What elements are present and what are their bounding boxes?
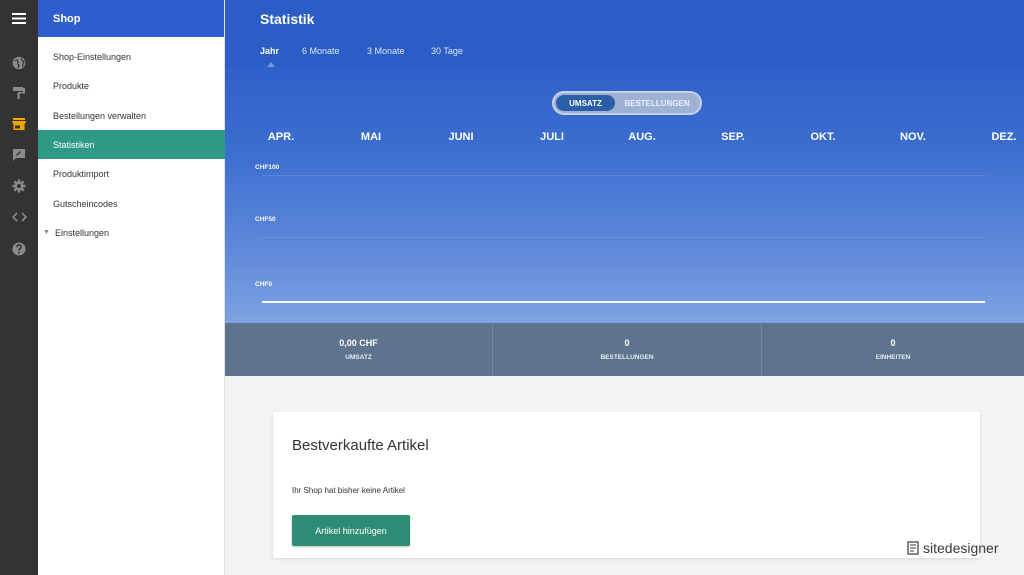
stat-value: 0 — [890, 338, 896, 348]
store-icon[interactable] — [0, 112, 38, 136]
x-tick-label: NOV. — [900, 131, 926, 143]
series-line — [262, 301, 985, 303]
stat-umsatz: 0,00 CHF UMSATZ — [225, 323, 492, 376]
x-tick-label: JULI — [540, 131, 564, 143]
brand-watermark: sitedesigner — [907, 540, 999, 556]
tab-3-monate[interactable]: 3 Monate — [367, 46, 405, 56]
empty-message: Ihr Shop hat bisher keine Artikel — [292, 486, 405, 495]
code-icon[interactable] — [0, 205, 38, 229]
toggle-bestellungen[interactable]: BESTELLUNGEN — [618, 95, 696, 111]
sidebar-item-produktimport[interactable]: Produktimport — [38, 159, 225, 188]
x-tick-label: APR. — [267, 131, 295, 143]
shop-sidebar: Shop Shop-Einstellungen Produkte Bestell… — [38, 0, 225, 575]
tab-30-tage[interactable]: 30 Tage — [431, 46, 463, 56]
sidebar-item-bestellungen-verwalten[interactable]: Bestellungen verwalten — [38, 101, 225, 130]
icon-rail — [0, 0, 38, 575]
card-title: Bestverkaufte Artikel — [292, 437, 429, 454]
gear-icon[interactable] — [0, 174, 38, 198]
gridline — [262, 175, 985, 176]
bestseller-card: Bestverkaufte Artikel Ihr Shop hat bishe… — [273, 412, 980, 558]
x-tick-label: OKT. — [810, 131, 836, 143]
stat-einheiten: 0 EINHEITEN — [762, 323, 1024, 376]
x-tick-label: SEP. — [721, 131, 745, 143]
x-tick-label: MAI — [360, 131, 382, 143]
sidebar-item-gutscheincodes[interactable]: Gutscheincodes — [38, 189, 225, 218]
sidebar-item-statistiken[interactable]: Statistiken — [38, 130, 225, 159]
y-tick-label: CHF100 — [255, 164, 280, 171]
chart-area: UMSATZ BESTELLUNGEN APR. MAI JUNI JULI A… — [225, 67, 1024, 323]
brand-name: sitedesigner — [923, 540, 999, 556]
gridline — [262, 237, 985, 238]
metric-toggle[interactable]: UMSATZ BESTELLUNGEN — [552, 91, 702, 115]
toggle-umsatz[interactable]: UMSATZ — [556, 95, 615, 111]
stat-label: EINHEITEN — [875, 354, 911, 361]
help-icon[interactable] — [0, 237, 38, 261]
tab-6-monate[interactable]: 6 Monate — [302, 46, 340, 56]
stats-bar: 0,00 CHF UMSATZ 0 BESTELLUNGEN 0 EINHEIT… — [225, 323, 1024, 376]
page-title: Statistik — [260, 11, 315, 27]
header-bar: Statistik Jahr 6 Monate 3 Monate 30 Tage — [225, 0, 1024, 67]
stat-value: 0,00 CHF — [339, 338, 378, 348]
sidebar-item-produkte[interactable]: Produkte — [38, 71, 225, 100]
tab-jahr[interactable]: Jahr — [260, 46, 279, 56]
y-tick-label: CHF0 — [255, 281, 272, 288]
sidebar-header: Shop — [38, 0, 224, 37]
x-tick-label: AUG. — [628, 131, 656, 143]
stat-label: UMSATZ — [345, 354, 372, 361]
globe-icon[interactable] — [0, 51, 38, 75]
add-article-button[interactable]: Artikel hinzufügen — [292, 515, 410, 546]
sidebar-item-label: Einstellungen — [54, 227, 109, 238]
sitedesigner-logo-icon — [907, 541, 919, 555]
stat-label: BESTELLUNGEN — [600, 354, 654, 361]
feedback-icon[interactable] — [0, 143, 38, 167]
sidebar-item-shop-einstellungen[interactable]: Shop-Einstellungen — [38, 42, 225, 71]
stat-value: 0 — [624, 338, 630, 348]
sidebar-item-einstellungen[interactable]: ▼ Einstellungen — [38, 218, 225, 247]
x-tick-label: JUNI — [448, 131, 474, 143]
menu-icon[interactable] — [0, 0, 38, 37]
caret-down-icon: ▼ — [43, 229, 50, 236]
x-tick-label: DEZ. — [991, 131, 1017, 143]
stat-bestellungen: 0 BESTELLUNGEN — [493, 323, 761, 376]
y-tick-label: CHF50 — [255, 216, 276, 223]
paint-roller-icon[interactable] — [0, 81, 38, 105]
